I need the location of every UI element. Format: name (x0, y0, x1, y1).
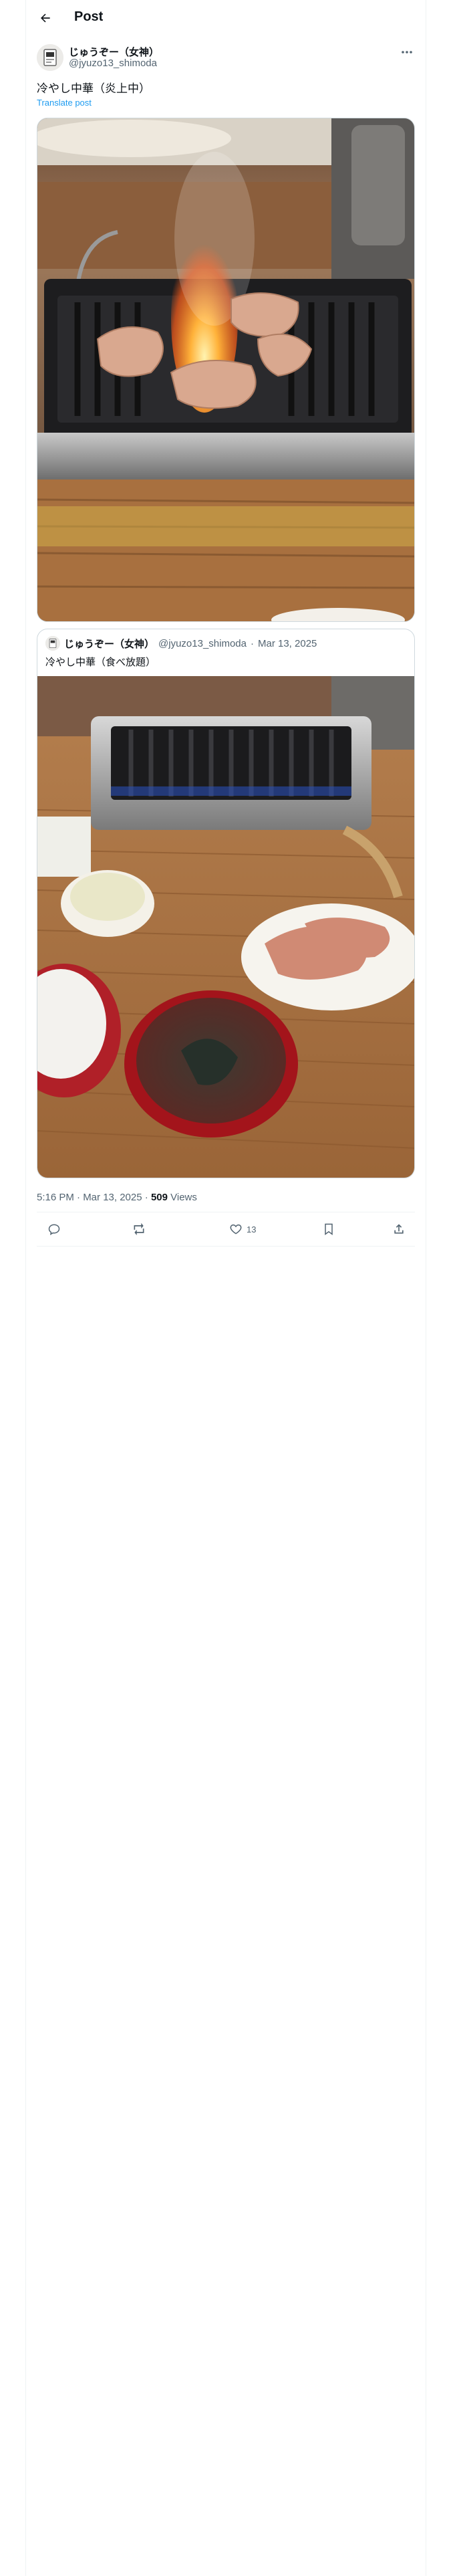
share-icon (392, 1222, 406, 1236)
views-count: 509 (150, 1192, 168, 1203)
quoted-author-name: じゅうぞー（女神） (64, 638, 155, 650)
divider (37, 1246, 415, 1247)
quoted-post-header: じゅうぞー（女神） @jyuzo13_shimoda · Mar 13, 202… (45, 636, 317, 651)
more-button[interactable] (399, 45, 415, 59)
quoted-date: Mar 13, 2025 (257, 637, 317, 649)
repost-button[interactable] (132, 1222, 146, 1237)
quoted-author-handle: @jyuzo13_shimoda (158, 637, 247, 649)
translate-link[interactable]: Translate post (37, 98, 92, 108)
share-button[interactable] (392, 1222, 406, 1237)
bookmark-button[interactable] (323, 1222, 335, 1237)
author-row: じゅうぞー（女神） @jyuzo13_shimoda (37, 44, 415, 72)
meta-separator: · (142, 1192, 151, 1203)
post-timestamp[interactable]: 5:16 PM · Mar 13, 2025 (37, 1192, 142, 1203)
top-bar: Post (26, 0, 426, 36)
like-button[interactable]: 13 (229, 1222, 256, 1237)
avatar[interactable] (37, 44, 63, 71)
author-handle[interactable]: @jyuzo13_shimoda (69, 58, 157, 69)
post-column: Post じゅうぞー（女神） @jyuzo13_shimoda 冷やし中華（炎上… (25, 0, 426, 2576)
back-arrow-icon (39, 11, 52, 25)
bookmark-icon (323, 1222, 335, 1236)
like-count: 13 (247, 1224, 257, 1235)
reply-icon (47, 1222, 61, 1236)
more-icon (401, 50, 413, 54)
post-photo[interactable] (37, 118, 415, 622)
repost-icon (132, 1222, 146, 1236)
reply-button[interactable] (47, 1222, 61, 1237)
like-icon (229, 1222, 243, 1236)
quoted-avatar (45, 636, 60, 651)
views-label: Views (170, 1192, 197, 1203)
quoted-photo[interactable] (37, 676, 414, 1178)
quoted-post[interactable]: じゅうぞー（女神） @jyuzo13_shimoda · Mar 13, 202… (37, 629, 415, 1178)
quoted-text: 冷やし中華（食べ放題） (45, 657, 156, 668)
post-meta: 5:16 PM · Mar 13, 2025 · 509 Views (37, 1192, 197, 1203)
quoted-separator: · (250, 637, 254, 649)
author-name[interactable]: じゅうぞー（女神） (69, 45, 159, 59)
back-button[interactable] (37, 9, 54, 27)
page-title: Post (74, 9, 104, 24)
action-bar: 13 (37, 1212, 415, 1246)
post-text: 冷やし中華（炎上中） (37, 82, 150, 95)
